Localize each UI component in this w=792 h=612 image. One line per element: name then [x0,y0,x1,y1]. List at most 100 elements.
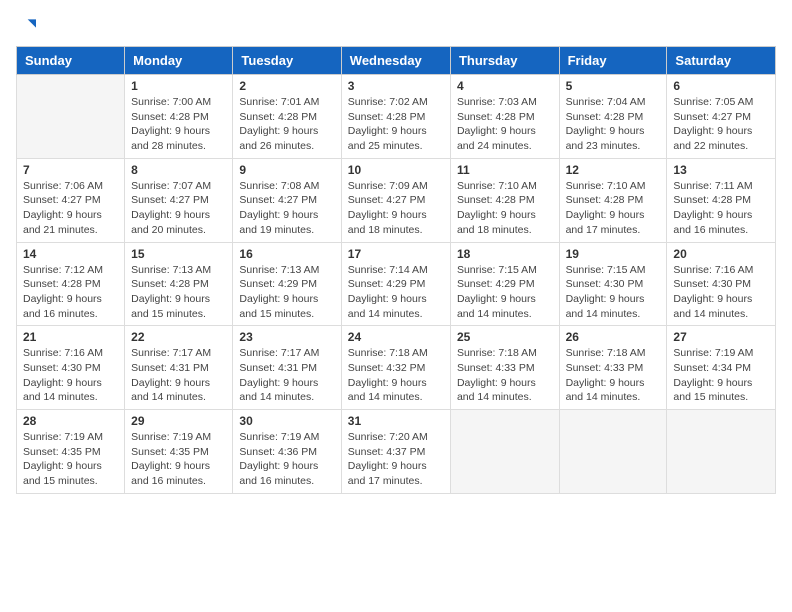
day-number: 10 [348,163,444,177]
sunrise-label: Sunrise: 7:15 AM [566,264,646,276]
day-info: Sunrise: 7:05 AM Sunset: 4:27 PM Dayligh… [673,95,769,154]
day-info: Sunrise: 7:16 AM Sunset: 4:30 PM Dayligh… [673,263,769,322]
calendar-header-row: SundayMondayTuesdayWednesdayThursdayFrid… [17,47,776,75]
day-number: 4 [457,79,553,93]
day-number: 15 [131,247,226,261]
daylight-label: Daylight: 9 hours and 16 minutes. [131,460,210,487]
daylight-label: Daylight: 9 hours and 14 minutes. [348,293,427,320]
day-number: 29 [131,414,226,428]
daylight-label: Daylight: 9 hours and 22 minutes. [673,125,752,152]
weekday-header: Friday [559,47,667,75]
weekday-header: Saturday [667,47,776,75]
sunrise-label: Sunrise: 7:04 AM [566,96,646,108]
daylight-label: Daylight: 9 hours and 15 minutes. [239,293,318,320]
weekday-header: Thursday [450,47,559,75]
daylight-label: Daylight: 9 hours and 18 minutes. [457,209,536,236]
day-info: Sunrise: 7:02 AM Sunset: 4:28 PM Dayligh… [348,95,444,154]
sunset-label: Sunset: 4:28 PM [348,111,426,123]
calendar-day-cell: 23 Sunrise: 7:17 AM Sunset: 4:31 PM Dayl… [233,326,341,410]
calendar-day-cell [17,75,125,159]
day-number: 7 [23,163,118,177]
day-number: 19 [566,247,661,261]
sunrise-label: Sunrise: 7:18 AM [348,347,428,359]
calendar-day-cell: 25 Sunrise: 7:18 AM Sunset: 4:33 PM Dayl… [450,326,559,410]
sunrise-label: Sunrise: 7:14 AM [348,264,428,276]
day-number: 23 [239,330,334,344]
sunrise-label: Sunrise: 7:15 AM [457,264,537,276]
sunset-label: Sunset: 4:27 PM [23,194,101,206]
logo [16,16,44,36]
weekday-header: Sunday [17,47,125,75]
sunrise-label: Sunrise: 7:19 AM [673,347,753,359]
daylight-label: Daylight: 9 hours and 26 minutes. [239,125,318,152]
sunrise-label: Sunrise: 7:13 AM [239,264,319,276]
sunset-label: Sunset: 4:32 PM [348,362,426,374]
day-info: Sunrise: 7:10 AM Sunset: 4:28 PM Dayligh… [566,179,661,238]
day-info: Sunrise: 7:09 AM Sunset: 4:27 PM Dayligh… [348,179,444,238]
day-number: 20 [673,247,769,261]
sunrise-label: Sunrise: 7:10 AM [566,180,646,192]
daylight-label: Daylight: 9 hours and 16 minutes. [239,460,318,487]
day-info: Sunrise: 7:04 AM Sunset: 4:28 PM Dayligh… [566,95,661,154]
daylight-label: Daylight: 9 hours and 14 minutes. [566,293,645,320]
day-info: Sunrise: 7:16 AM Sunset: 4:30 PM Dayligh… [23,346,118,405]
calendar-day-cell [667,410,776,494]
daylight-label: Daylight: 9 hours and 14 minutes. [673,293,752,320]
daylight-label: Daylight: 9 hours and 15 minutes. [673,377,752,404]
day-info: Sunrise: 7:19 AM Sunset: 4:35 PM Dayligh… [131,430,226,489]
daylight-label: Daylight: 9 hours and 15 minutes. [131,293,210,320]
daylight-label: Daylight: 9 hours and 14 minutes. [131,377,210,404]
calendar-day-cell: 22 Sunrise: 7:17 AM Sunset: 4:31 PM Dayl… [125,326,233,410]
daylight-label: Daylight: 9 hours and 28 minutes. [131,125,210,152]
day-info: Sunrise: 7:03 AM Sunset: 4:28 PM Dayligh… [457,95,553,154]
day-number: 26 [566,330,661,344]
daylight-label: Daylight: 9 hours and 14 minutes. [23,377,102,404]
sunset-label: Sunset: 4:27 PM [239,194,317,206]
sunrise-label: Sunrise: 7:19 AM [239,431,319,443]
daylight-label: Daylight: 9 hours and 16 minutes. [23,293,102,320]
sunset-label: Sunset: 4:31 PM [239,362,317,374]
sunset-label: Sunset: 4:28 PM [131,278,209,290]
sunset-label: Sunset: 4:28 PM [23,278,101,290]
page-header [16,16,776,36]
calendar-day-cell: 3 Sunrise: 7:02 AM Sunset: 4:28 PM Dayli… [341,75,450,159]
sunset-label: Sunset: 4:28 PM [131,111,209,123]
sunset-label: Sunset: 4:28 PM [673,194,751,206]
calendar-day-cell: 10 Sunrise: 7:09 AM Sunset: 4:27 PM Dayl… [341,158,450,242]
day-info: Sunrise: 7:20 AM Sunset: 4:37 PM Dayligh… [348,430,444,489]
daylight-label: Daylight: 9 hours and 14 minutes. [239,377,318,404]
day-number: 28 [23,414,118,428]
sunset-label: Sunset: 4:29 PM [239,278,317,290]
day-number: 5 [566,79,661,93]
sunrise-label: Sunrise: 7:08 AM [239,180,319,192]
day-info: Sunrise: 7:01 AM Sunset: 4:28 PM Dayligh… [239,95,334,154]
sunset-label: Sunset: 4:30 PM [673,278,751,290]
day-info: Sunrise: 7:15 AM Sunset: 4:29 PM Dayligh… [457,263,553,322]
sunset-label: Sunset: 4:28 PM [566,194,644,206]
day-info: Sunrise: 7:17 AM Sunset: 4:31 PM Dayligh… [131,346,226,405]
daylight-label: Daylight: 9 hours and 20 minutes. [131,209,210,236]
calendar-day-cell: 11 Sunrise: 7:10 AM Sunset: 4:28 PM Dayl… [450,158,559,242]
sunrise-label: Sunrise: 7:00 AM [131,96,211,108]
sunrise-label: Sunrise: 7:05 AM [673,96,753,108]
day-info: Sunrise: 7:06 AM Sunset: 4:27 PM Dayligh… [23,179,118,238]
sunset-label: Sunset: 4:30 PM [566,278,644,290]
sunset-label: Sunset: 4:28 PM [457,111,535,123]
sunset-label: Sunset: 4:35 PM [23,446,101,458]
sunset-label: Sunset: 4:29 PM [457,278,535,290]
calendar-day-cell: 12 Sunrise: 7:10 AM Sunset: 4:28 PM Dayl… [559,158,667,242]
calendar-day-cell: 24 Sunrise: 7:18 AM Sunset: 4:32 PM Dayl… [341,326,450,410]
day-number: 25 [457,330,553,344]
sunrise-label: Sunrise: 7:10 AM [457,180,537,192]
calendar-day-cell: 2 Sunrise: 7:01 AM Sunset: 4:28 PM Dayli… [233,75,341,159]
calendar-day-cell: 18 Sunrise: 7:15 AM Sunset: 4:29 PM Dayl… [450,242,559,326]
calendar-day-cell: 9 Sunrise: 7:08 AM Sunset: 4:27 PM Dayli… [233,158,341,242]
daylight-label: Daylight: 9 hours and 19 minutes. [239,209,318,236]
calendar-day-cell: 29 Sunrise: 7:19 AM Sunset: 4:35 PM Dayl… [125,410,233,494]
calendar-day-cell: 13 Sunrise: 7:11 AM Sunset: 4:28 PM Dayl… [667,158,776,242]
day-info: Sunrise: 7:18 AM Sunset: 4:33 PM Dayligh… [566,346,661,405]
sunrise-label: Sunrise: 7:18 AM [566,347,646,359]
day-number: 30 [239,414,334,428]
day-number: 11 [457,163,553,177]
sunset-label: Sunset: 4:28 PM [566,111,644,123]
